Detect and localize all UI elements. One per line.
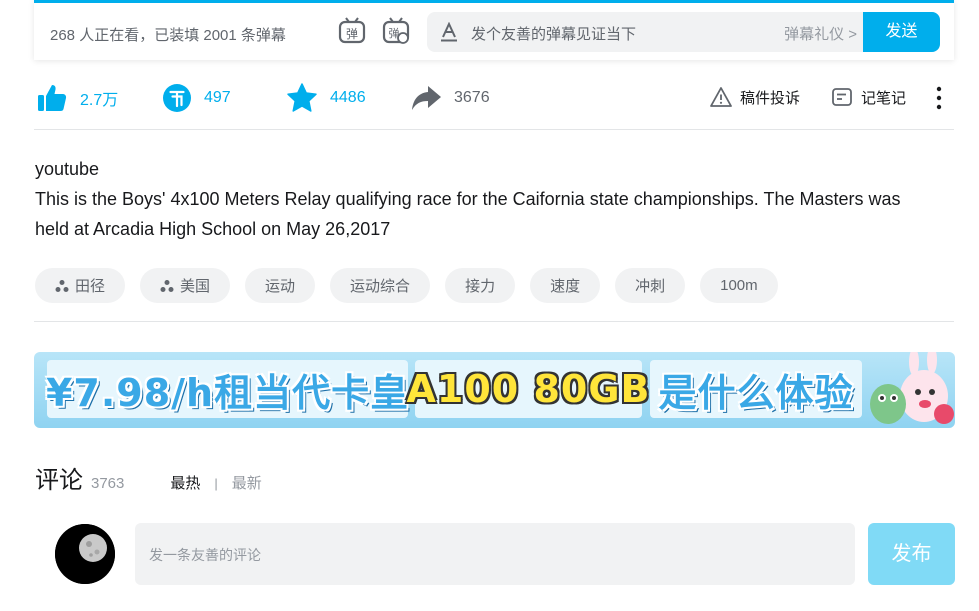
avatar[interactable]	[55, 524, 115, 584]
comments-title: 评论	[35, 467, 83, 494]
like-count: 2.7万	[80, 92, 119, 109]
channel-icon	[55, 279, 69, 292]
tag-label: 100m	[720, 277, 758, 294]
tag-label: 美国	[180, 278, 211, 295]
banner-text-tagline: 是什么体验	[650, 360, 862, 418]
tag-item[interactable]: 速度	[530, 268, 601, 303]
comments-count: 3763	[91, 475, 125, 492]
ad-banner[interactable]: ¥7.98/h租当代卡皇 A100 80GB 是什么体验	[34, 352, 955, 428]
coin-count: 497	[204, 89, 231, 106]
warning-icon	[710, 87, 732, 107]
sort-newest-tab[interactable]: 最新	[232, 472, 262, 493]
post-comment-button[interactable]: 发布	[868, 523, 955, 585]
tag-list: 田径 美国 运动 运动综合 接力 速度 冲刺 100m	[35, 268, 793, 303]
notes-button[interactable]: 记笔记	[831, 86, 906, 108]
more-icon[interactable]	[932, 86, 946, 110]
sort-separator: |	[214, 476, 218, 491]
tag-item[interactable]: 美国	[140, 268, 231, 303]
report-label: 稿件投诉	[740, 89, 801, 107]
tag-item[interactable]: 冲刺	[615, 268, 686, 303]
favorite-button[interactable]: 4486	[286, 74, 366, 122]
notes-label: 记笔记	[861, 89, 907, 107]
coin-button[interactable]: 497	[162, 74, 231, 122]
moon-avatar-image	[55, 524, 115, 584]
tag-label: 冲刺	[635, 278, 666, 295]
mascot-illustration	[870, 352, 954, 424]
tag-item[interactable]: 运动综合	[330, 268, 431, 303]
danmaku-send-button[interactable]: 发送	[863, 12, 940, 52]
comment-input[interactable]: 发一条友善的评论	[135, 523, 855, 585]
danmaku-input[interactable]: 发个友善的弹幕见证当下 弹幕礼仪 >	[427, 12, 863, 52]
note-icon	[832, 88, 852, 106]
like-button[interactable]: 2.7万	[36, 74, 118, 122]
channel-icon	[160, 279, 174, 292]
tag-item[interactable]: 接力	[445, 268, 516, 303]
video-description: youtube This is the Boys' 4x100 Meters R…	[35, 154, 935, 244]
tag-label: 田径	[75, 278, 106, 295]
tag-item[interactable]: 田径	[35, 268, 126, 303]
report-button[interactable]: 稿件投诉	[710, 86, 800, 108]
description-line: This is the Boys' 4x100 Meters Relay qua…	[35, 189, 901, 239]
svg-text:弹: 弹	[346, 27, 358, 41]
comment-placeholder: 发一条友善的评论	[149, 547, 261, 563]
favorite-count: 4486	[330, 89, 366, 106]
tag-label: 运动	[265, 278, 296, 295]
description-line: youtube	[35, 159, 100, 179]
tag-label: 速度	[550, 278, 581, 295]
star-icon	[287, 83, 317, 112]
section-divider	[34, 321, 954, 322]
comments-header: 评论 3763 最热 | 最新	[35, 460, 262, 495]
danmaku-settings-icon[interactable]: 弹	[382, 17, 410, 45]
banner-text-price: ¥7.98/h租当代卡皇	[46, 360, 408, 418]
sort-hot-tab[interactable]: 最热	[170, 472, 200, 493]
danmaku-placeholder: 发个友善的弹幕见证当下	[471, 26, 637, 43]
share-button[interactable]: 3676	[410, 74, 490, 122]
tag-label: 接力	[465, 278, 496, 295]
viewer-count-text: 268 人正在看，已装填 2001 条弹幕	[50, 27, 286, 44]
coin-icon	[163, 84, 191, 112]
video-toolbar: 2.7万 497 4486 3676 稿件投诉 记笔记	[34, 74, 954, 130]
thumb-up-icon	[38, 85, 67, 111]
share-icon	[412, 86, 441, 110]
danmaku-bar: 268 人正在看，已装填 2001 条弹幕 弹 弹 发个友善的弹幕见证当下 弹幕…	[34, 0, 954, 60]
banner-text-gpu: A100 80GB	[407, 360, 650, 418]
tag-label: 运动综合	[350, 278, 411, 295]
tag-item[interactable]: 运动	[245, 268, 316, 303]
font-style-icon[interactable]	[439, 22, 459, 42]
danmaku-toggle-icon[interactable]: 弹	[338, 17, 366, 45]
tag-item[interactable]: 100m	[700, 268, 778, 303]
share-count: 3676	[454, 89, 490, 106]
danmaku-etiquette-link[interactable]: 弹幕礼仪 >	[784, 23, 857, 44]
